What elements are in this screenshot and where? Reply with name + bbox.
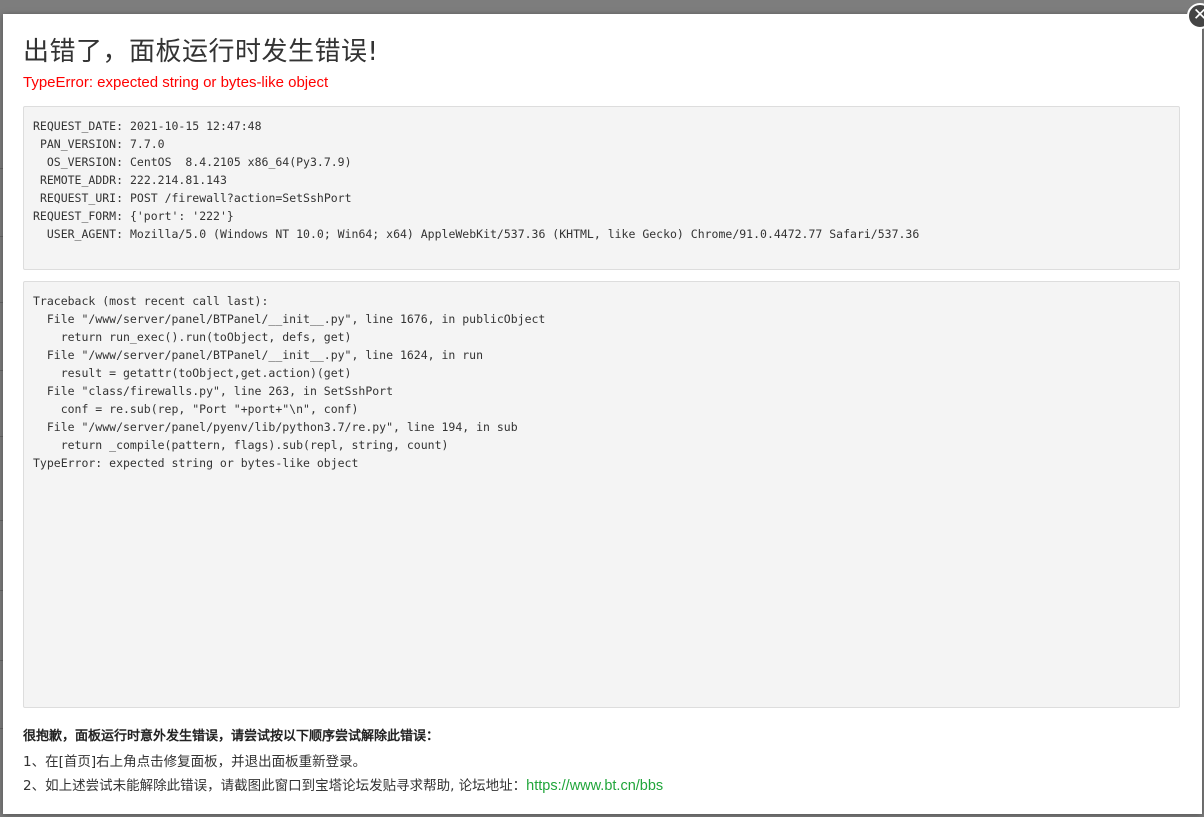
- request-info-key: REQUEST_FORM: [33, 209, 117, 223]
- request-info-key: USER_AGENT: [46, 227, 117, 241]
- request-info-value: Mozilla/5.0 (Windows NT 10.0; Win64; x64…: [129, 227, 920, 241]
- traceback-line: result = getattr(toObject,get.action)(ge…: [33, 366, 352, 380]
- help-step-1: 1、在[首页]右上角点击修复面板，并退出面板重新登录。: [23, 754, 367, 770]
- request-info-value: 2021-10-15 12:47:48: [129, 119, 262, 133]
- request-info-row: REMOTE_ADDR: 222.214.81.143: [33, 171, 1170, 189]
- request-info-value: POST /firewall?action=SetSshPort: [129, 191, 352, 205]
- request-info-separator: :: [116, 155, 130, 169]
- traceback-line: return _compile(pattern, flags).sub(repl…: [33, 438, 449, 452]
- traceback-line: File "/www/server/panel/pyenv/lib/python…: [33, 420, 518, 434]
- request-info-row: OS_VERSION: CentOS 8.4.2105 x86_64(Py3.7…: [33, 153, 1170, 171]
- request-info-row: REQUEST_DATE: 2021-10-15 12:47:48: [33, 117, 1170, 135]
- request-info-separator: :: [116, 227, 130, 241]
- help-step-2-text: 2、如上述尝试未能解除此错误，请截图此窗口到宝塔论坛发贴寻求帮助, 论坛地址：: [23, 778, 527, 794]
- request-info-separator: :: [116, 209, 130, 223]
- request-info-key: OS_VERSION: [46, 155, 117, 169]
- request-info-box: REQUEST_DATE: 2021-10-15 12:47:48 PAN_VE…: [23, 106, 1180, 270]
- traceback-line: Traceback (most recent call last):: [33, 294, 269, 308]
- help-step-2: 2、如上述尝试未能解除此错误，请截图此窗口到宝塔论坛发贴寻求帮助, 论坛地址：h…: [23, 774, 663, 794]
- request-info-padding: [33, 155, 47, 169]
- traceback-line: TypeError: expected string or bytes-like…: [33, 456, 359, 470]
- request-info-padding: [33, 137, 40, 151]
- traceback-line: File "/www/server/panel/BTPanel/__init__…: [33, 312, 546, 326]
- traceback-line: File "class/firewalls.py", line 263, in …: [33, 384, 394, 398]
- request-info-separator: :: [116, 173, 130, 187]
- request-info-padding: [33, 191, 40, 205]
- request-info-separator: :: [116, 191, 130, 205]
- traceback-box: Traceback (most recent call last): File …: [23, 281, 1180, 708]
- traceback-line: File "/www/server/panel/BTPanel/__init__…: [33, 348, 484, 362]
- request-info-key: REQUEST_DATE: [33, 119, 117, 133]
- request-info-row: REQUEST_FORM: {'port': '222'}: [33, 207, 1170, 225]
- request-info-key: PAN_VERSION: [39, 137, 117, 151]
- request-info-row: USER_AGENT: Mozilla/5.0 (Windows NT 10.0…: [33, 225, 1170, 243]
- request-info-value: {'port': '222'}: [129, 209, 234, 223]
- forum-link[interactable]: https://www.bt.cn/bbs: [526, 778, 663, 794]
- error-message: TypeError: expected string or bytes-like…: [23, 74, 329, 91]
- help-heading: 很抱歉，面板运行时意外发生错误，请尝试按以下顺序尝试解除此错误：: [23, 729, 440, 744]
- traceback-line: return run_exec().run(toObject, defs, ge…: [33, 330, 352, 344]
- request-info-separator: :: [116, 137, 130, 151]
- request-info-padding: [33, 173, 40, 187]
- error-dialog: 出错了，面板运行时发生错误! TypeError: expected strin…: [3, 14, 1202, 814]
- request-info-value: 222.214.81.143: [129, 173, 227, 187]
- request-info-value: 7.7.0: [129, 137, 165, 151]
- request-info-row: REQUEST_URI: POST /firewall?action=SetSs…: [33, 189, 1170, 207]
- request-info-value: CentOS 8.4.2105 x86_64(Py3.7.9): [129, 155, 352, 169]
- dialog-title: 出错了，面板运行时发生错误!: [23, 37, 379, 67]
- request-info-separator: :: [116, 119, 130, 133]
- request-info-row: PAN_VERSION: 7.7.0: [33, 135, 1170, 153]
- traceback-line: conf = re.sub(rep, "Port "+port+"\n", co…: [33, 402, 359, 416]
- request-info-key: REMOTE_ADDR: [39, 173, 117, 187]
- request-info-padding: [33, 227, 47, 241]
- request-info-key: REQUEST_URI: [39, 191, 117, 205]
